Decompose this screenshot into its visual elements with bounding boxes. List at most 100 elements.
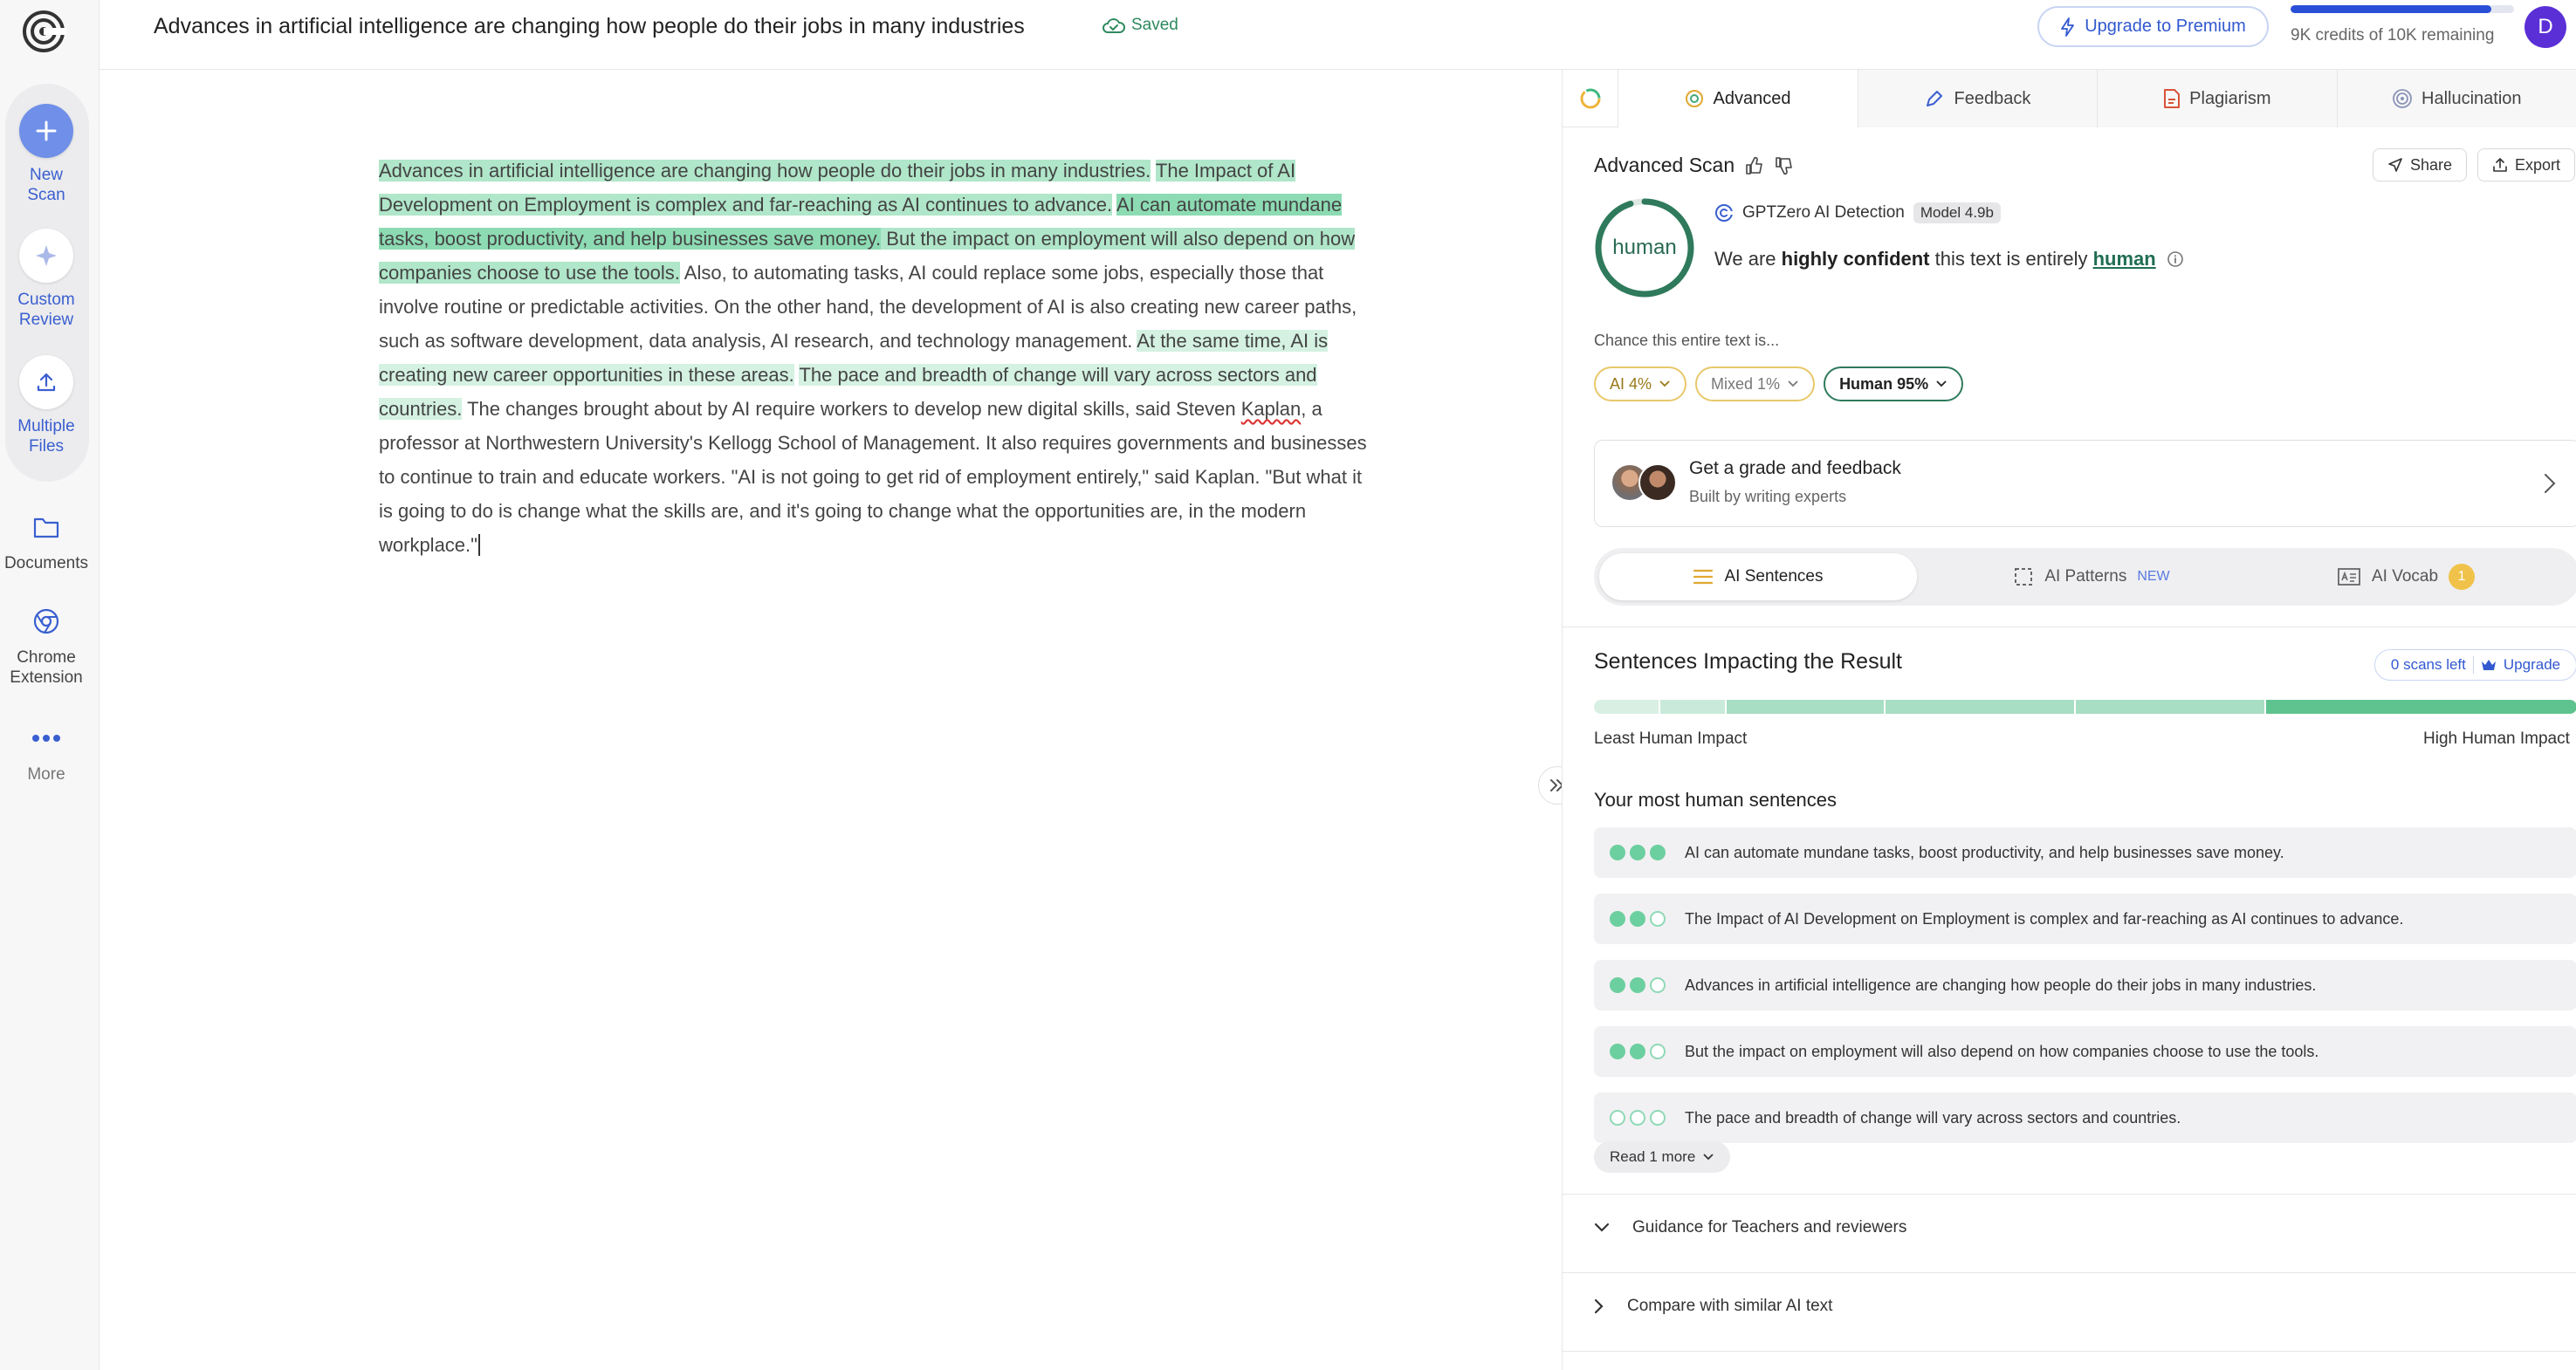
new-scan-label: New	[29, 166, 63, 184]
editor-area[interactable]: Advances in artificial intelligence are …	[100, 70, 1577, 1370]
text-segment: , a professor at Northwestern University…	[379, 398, 1367, 556]
ai-vocab-count-badge: 1	[2449, 564, 2476, 590]
compare-label: Compare with similar AI text	[1627, 1297, 1833, 1315]
new-scan-label-2: Scan	[27, 186, 65, 204]
upgrade-label: Upgrade to Premium	[2085, 17, 2246, 36]
impact-dot	[1630, 977, 1645, 993]
share-button[interactable]: Share	[2373, 148, 2467, 182]
multiple-files-label: Multiple	[17, 417, 75, 435]
gptzero-logo-icon[interactable]	[19, 7, 68, 56]
impact-dot	[1610, 1110, 1625, 1126]
tab-feedback[interactable]: Feedback	[1858, 70, 2099, 127]
sentence-text: The pace and breadth of change will vary…	[1685, 1108, 2181, 1127]
section-divider	[1563, 1194, 2576, 1195]
info-icon[interactable]	[2167, 250, 2184, 268]
upgrade-premium-button[interactable]: Upgrade to Premium	[2037, 6, 2269, 47]
human-probability-chip[interactable]: Human 95%	[1824, 366, 1964, 401]
lightning-icon	[2061, 17, 2075, 37]
saved-label: Saved	[1131, 16, 1178, 34]
probability-chips: AI 4% Mixed 1% Human 95%	[1594, 366, 1964, 401]
editor-text[interactable]: Advances in artificial intelligence are …	[379, 154, 1374, 562]
ai-chip-label: AI 4%	[1610, 374, 1652, 393]
upload-icon	[19, 355, 73, 409]
highlighted-sentence[interactable]: Advances in artificial intelligence are …	[379, 160, 1151, 182]
impact-dots	[1610, 845, 1666, 860]
text-segment: The changes brought about by AI require …	[462, 398, 1241, 420]
compare-accordion[interactable]: Compare with similar AI text	[1594, 1297, 1832, 1316]
detector-info: GPTZero AI Detection Model 4.9b	[1714, 202, 2001, 223]
impact-dot	[1650, 977, 1666, 993]
thumbs-down-icon[interactable]	[1775, 156, 1794, 175]
read-more-button[interactable]: Read 1 more	[1594, 1141, 1731, 1173]
folder-icon	[0, 510, 93, 545]
tab-plagiarism[interactable]: Plagiarism	[2098, 70, 2338, 127]
sentence-text: The Impact of AI Development on Employme…	[1685, 909, 2404, 928]
chevron-down-icon	[1659, 380, 1670, 387]
expert-avatar-2	[1638, 463, 1677, 502]
chrome-extension-label-2: Extension	[10, 668, 83, 687]
guidance-accordion[interactable]: Guidance for Teachers and reviewers	[1594, 1218, 1906, 1237]
export-button[interactable]: Export	[2477, 148, 2575, 182]
documents-button[interactable]: Documents	[0, 510, 93, 573]
thumbs-up-icon[interactable]	[1745, 156, 1764, 175]
human-sentence-row[interactable]: But the impact on employment will also d…	[1594, 1026, 2576, 1077]
ai-probability-chip[interactable]: AI 4%	[1594, 366, 1687, 401]
custom-review-button[interactable]: Custom Review	[0, 229, 93, 330]
chrome-extension-button[interactable]: Chrome Extension	[0, 604, 93, 688]
detector-name: GPTZero AI Detection	[1742, 203, 1905, 222]
human-sentence-row[interactable]: Advances in artificial intelligence are …	[1594, 960, 2576, 1010]
impact-dot	[1610, 977, 1625, 993]
human-sentence-row[interactable]: AI can automate mundane tasks, boost pro…	[1594, 827, 2576, 878]
human-sentence-row[interactable]: The Impact of AI Development on Employme…	[1594, 894, 2576, 944]
impact-bar-segment	[1886, 700, 2074, 714]
loading-spinner-icon	[1563, 70, 1619, 127]
impact-scale-bar	[1594, 700, 2576, 714]
sidebar: New Scan Custom Review Multiple Files Do…	[0, 0, 100, 1370]
impact-section-title: Sentences Impacting the Result	[1594, 649, 1902, 674]
section-divider	[1563, 1272, 2576, 1273]
grade-subtitle: Built by writing experts	[1689, 488, 1847, 505]
ai-patterns-tab[interactable]: AI Patterns NEW	[1961, 553, 2222, 600]
new-scan-button[interactable]: New Scan	[0, 104, 93, 205]
confidence-mid: this text is entirely	[1929, 248, 2093, 270]
impact-bar-segment	[2076, 700, 2264, 714]
upgrade-small-label: Upgrade	[2503, 656, 2561, 673]
mixed-probability-chip[interactable]: Mixed 1%	[1695, 366, 1816, 401]
confidence-statement: We are highly confident this text is ent…	[1714, 248, 2184, 271]
tab-advanced[interactable]: Advanced	[1618, 70, 1858, 127]
export-icon	[2493, 158, 2507, 172]
more-button[interactable]: More	[0, 721, 93, 784]
tab-advanced-label: Advanced	[1713, 88, 1791, 108]
least-impact-label: Least Human Impact	[1594, 730, 1748, 748]
chevron-down-icon	[1703, 1154, 1714, 1161]
human-chip-label: Human 95%	[1839, 374, 1929, 393]
gptzero-small-icon	[1715, 204, 1734, 222]
impact-bar-segment	[2266, 700, 2576, 714]
tab-hallucination[interactable]: Hallucination	[2337, 70, 2576, 127]
send-icon	[2388, 158, 2402, 172]
scans-separator	[2472, 656, 2474, 674]
confidence-result: human	[2092, 248, 2156, 270]
chevron-down-icon	[1788, 380, 1798, 387]
multiple-files-label-2: Files	[28, 437, 65, 456]
impact-dot	[1630, 1044, 1645, 1059]
scans-left-upgrade-button[interactable]: 0 scans left Upgrade	[2374, 649, 2576, 681]
ai-patterns-label: AI Patterns	[2044, 567, 2127, 586]
human-sentence-row[interactable]: The pace and breadth of change will vary…	[1594, 1093, 2576, 1143]
ai-vocab-tab[interactable]: AI Vocab 1	[2275, 553, 2537, 600]
credits-progress-bar	[2291, 5, 2514, 13]
avatar[interactable]: D	[2524, 6, 2566, 48]
saved-status: Saved	[1102, 16, 1178, 35]
multiple-files-button[interactable]: Multiple Files	[0, 355, 93, 456]
impact-dots	[1610, 1044, 1666, 1059]
grade-feedback-card[interactable]: Get a grade and feedback Built by writin…	[1594, 440, 2576, 527]
sparkle-icon	[19, 229, 73, 283]
document-title[interactable]: Advances in artificial intelligence are …	[154, 14, 1025, 39]
new-tag: NEW	[2137, 569, 2170, 584]
impact-dots	[1610, 1110, 1666, 1126]
ai-sentences-tab[interactable]: AI Sentences	[1599, 553, 1917, 600]
top-bar: Advances in artificial intelligence are …	[100, 0, 2576, 70]
chrome-icon	[0, 604, 93, 639]
misspelled-word[interactable]: Kaplan	[1241, 398, 1302, 420]
export-label: Export	[2514, 155, 2561, 174]
